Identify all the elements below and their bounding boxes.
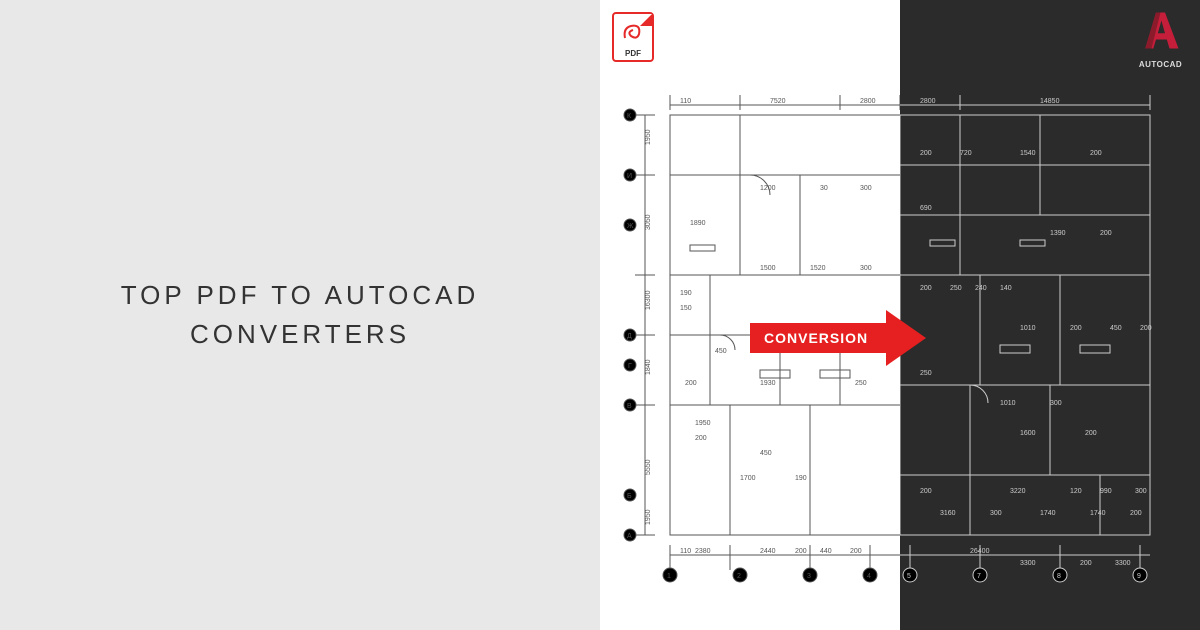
svg-text:3220: 3220 bbox=[1010, 488, 1026, 495]
svg-text:1740: 1740 bbox=[1090, 510, 1106, 517]
svg-text:1930: 1930 bbox=[760, 380, 776, 387]
svg-text:2440: 2440 bbox=[760, 548, 776, 555]
svg-text:1010: 1010 bbox=[1020, 325, 1036, 332]
svg-text:1500: 1500 bbox=[760, 265, 776, 272]
svg-text:250: 250 bbox=[920, 370, 932, 377]
svg-text:300: 300 bbox=[860, 265, 872, 272]
svg-text:200: 200 bbox=[1085, 430, 1097, 437]
svg-text:2800: 2800 bbox=[920, 98, 936, 105]
svg-text:5550: 5550 bbox=[645, 459, 652, 475]
svg-text:190: 190 bbox=[680, 290, 692, 297]
svg-text:990: 990 bbox=[1100, 488, 1112, 495]
svg-text:110: 110 bbox=[680, 548, 691, 555]
svg-text:26400: 26400 bbox=[970, 548, 990, 555]
svg-text:3: 3 bbox=[807, 573, 811, 580]
svg-text:200: 200 bbox=[1090, 150, 1102, 157]
svg-text:200: 200 bbox=[795, 548, 807, 555]
svg-text:200: 200 bbox=[920, 150, 932, 157]
svg-text:200: 200 bbox=[1140, 325, 1152, 332]
svg-text:200: 200 bbox=[850, 548, 862, 555]
svg-text:16300: 16300 bbox=[645, 290, 652, 310]
svg-text:1950: 1950 bbox=[695, 420, 711, 427]
svg-text:300: 300 bbox=[1050, 400, 1062, 407]
svg-text:Б: Б bbox=[627, 493, 632, 500]
autocad-label: AUTOCAD bbox=[1133, 60, 1188, 69]
main-title: TOP PDF TO AUTOCAD CONVERTERS bbox=[121, 276, 480, 354]
svg-text:30: 30 bbox=[820, 185, 828, 192]
svg-text:200: 200 bbox=[920, 285, 932, 292]
svg-text:Д: Д bbox=[627, 333, 632, 340]
svg-text:200: 200 bbox=[685, 380, 697, 387]
svg-text:А: А bbox=[627, 533, 632, 540]
svg-text:3160: 3160 bbox=[940, 510, 956, 517]
svg-text:9: 9 bbox=[1137, 573, 1141, 580]
conversion-arrow: CONVERSION bbox=[750, 310, 926, 366]
svg-text:1700: 1700 bbox=[740, 475, 756, 482]
svg-text:440: 440 bbox=[820, 548, 832, 555]
svg-text:450: 450 bbox=[1110, 325, 1122, 332]
autocad-icon: AUTOCAD bbox=[1133, 8, 1188, 69]
svg-text:240: 240 bbox=[975, 285, 987, 292]
svg-text:7520: 7520 bbox=[770, 98, 786, 105]
pdf-label: PDF bbox=[625, 49, 641, 58]
svg-text:1520: 1520 bbox=[810, 265, 826, 272]
svg-text:250: 250 bbox=[950, 285, 962, 292]
svg-text:1010: 1010 bbox=[1000, 400, 1016, 407]
svg-text:2380: 2380 bbox=[695, 548, 711, 555]
svg-text:1: 1 bbox=[667, 573, 671, 580]
svg-text:2800: 2800 bbox=[860, 98, 876, 105]
svg-text:200: 200 bbox=[1070, 325, 1082, 332]
svg-text:1840: 1840 bbox=[645, 359, 652, 375]
svg-text:120: 120 bbox=[1070, 488, 1082, 495]
svg-text:5: 5 bbox=[907, 573, 911, 580]
svg-text:1950: 1950 bbox=[645, 509, 652, 525]
svg-text:1540: 1540 bbox=[1020, 150, 1036, 157]
illustration-panel: PDF AUTOCAD bbox=[600, 0, 1200, 630]
svg-text:2: 2 bbox=[737, 573, 741, 580]
title-panel: TOP PDF TO AUTOCAD CONVERTERS bbox=[0, 0, 600, 630]
svg-text:14850: 14850 bbox=[1040, 98, 1060, 105]
svg-text:3300: 3300 bbox=[1020, 560, 1036, 567]
svg-text:450: 450 bbox=[715, 348, 727, 355]
svg-text:В: В bbox=[627, 403, 632, 410]
svg-text:200: 200 bbox=[1130, 510, 1142, 517]
svg-text:300: 300 bbox=[1135, 488, 1147, 495]
arrow-head-icon bbox=[886, 310, 926, 366]
svg-text:1740: 1740 bbox=[1040, 510, 1056, 517]
svg-text:110: 110 bbox=[680, 98, 691, 105]
pdf-icon: PDF bbox=[612, 12, 654, 62]
svg-text:3300: 3300 bbox=[1115, 560, 1131, 567]
svg-text:250: 250 bbox=[855, 380, 867, 387]
svg-text:1950: 1950 bbox=[645, 129, 652, 145]
conversion-label: CONVERSION bbox=[750, 323, 886, 353]
svg-text:450: 450 bbox=[760, 450, 772, 457]
svg-text:1600: 1600 bbox=[1020, 430, 1036, 437]
svg-text:Г: Г bbox=[628, 363, 632, 370]
svg-text:190: 190 bbox=[795, 475, 807, 482]
svg-text:150: 150 bbox=[680, 305, 692, 312]
svg-text:Ж: Ж bbox=[627, 223, 634, 230]
svg-text:1200: 1200 bbox=[760, 185, 776, 192]
svg-text:1890: 1890 bbox=[690, 220, 706, 227]
svg-text:200: 200 bbox=[695, 435, 707, 442]
svg-text:И: И bbox=[627, 173, 632, 180]
svg-text:720: 720 bbox=[960, 150, 972, 157]
svg-text:140: 140 bbox=[1000, 285, 1012, 292]
svg-text:3050: 3050 bbox=[645, 214, 652, 230]
svg-text:200: 200 bbox=[920, 488, 932, 495]
svg-text:7: 7 bbox=[977, 573, 981, 580]
svg-text:1390: 1390 bbox=[1050, 230, 1066, 237]
svg-text:8: 8 bbox=[1057, 573, 1061, 580]
svg-text:300: 300 bbox=[990, 510, 1002, 517]
svg-text:690: 690 bbox=[920, 205, 932, 212]
svg-text:4: 4 bbox=[867, 573, 871, 580]
svg-text:200: 200 bbox=[1080, 560, 1092, 567]
svg-text:300: 300 bbox=[860, 185, 872, 192]
svg-text:200: 200 bbox=[1100, 230, 1112, 237]
